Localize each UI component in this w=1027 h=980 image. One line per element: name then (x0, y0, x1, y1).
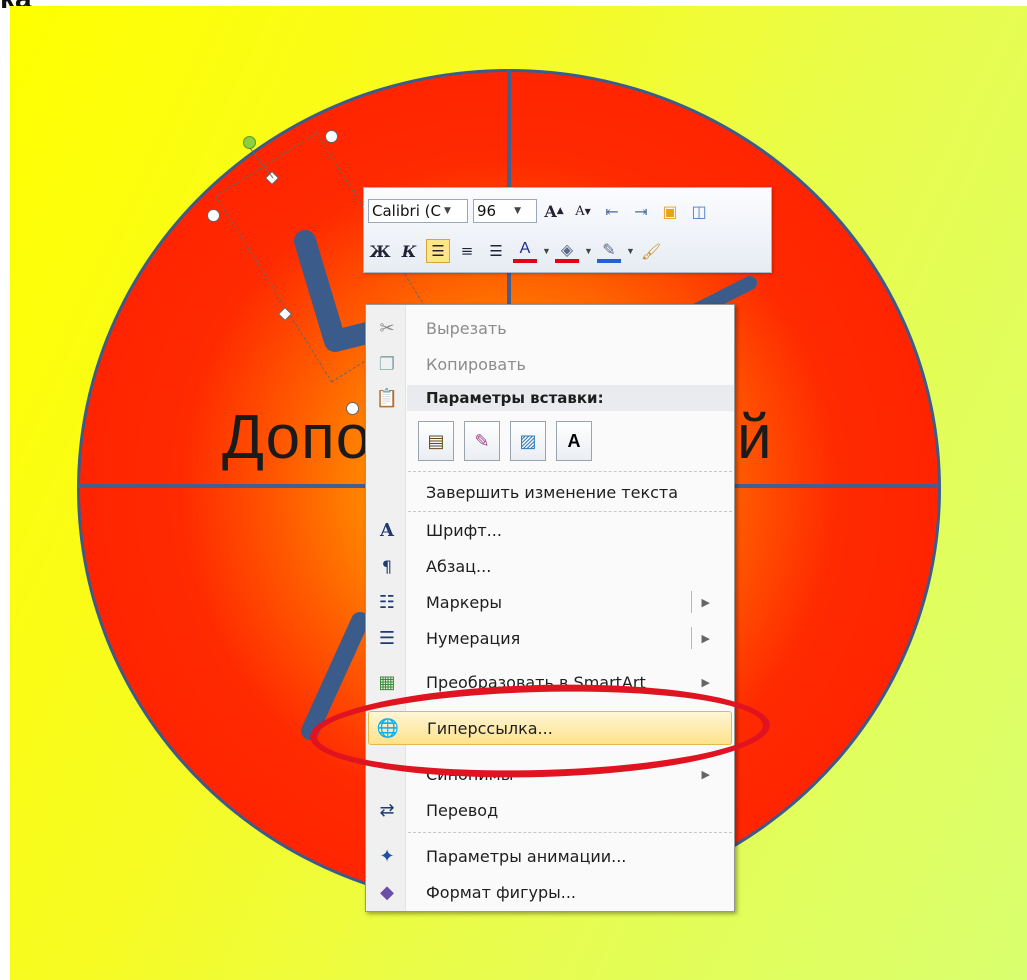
format-shape-icon: ◆ (380, 881, 394, 903)
resize-handle-top-left[interactable] (207, 209, 220, 222)
paste-options-header: Параметры вставки: (407, 385, 734, 411)
chevron-down-icon[interactable]: ▼ (514, 206, 521, 216)
clipboard-icon: 📋 (375, 387, 399, 409)
paste-picture-icon[interactable]: ▨ (510, 421, 546, 461)
menu-separator (408, 832, 732, 833)
resize-handle-top-right[interactable] (325, 130, 338, 143)
split-divider (691, 591, 692, 613)
paste-keep-text-only-icon[interactable]: A (556, 421, 592, 461)
fill-bucket-icon[interactable]: ◈ (555, 239, 579, 263)
font-name-combo[interactable]: Calibri (С ▼ (368, 199, 468, 223)
menu-item-animation[interactable]: ✦ Параметры анимации... (368, 839, 732, 873)
font-a-icon: A (380, 519, 394, 541)
bullets-icon: ☷ (378, 591, 396, 613)
rotation-connector-line (249, 147, 274, 179)
bring-forward-icon[interactable]: ▣ (658, 199, 682, 223)
paste-options: ▤ ✎ ▨ A (418, 421, 592, 461)
menu-item-numbering[interactable]: ☰ Нумерация ▶ (368, 621, 732, 655)
menu-item-label: Завершить изменение текста (426, 482, 679, 502)
smartart-icon: ▦ (378, 671, 396, 693)
menu-item-label: Формат фигуры... (426, 882, 576, 902)
copy-icon: ❐ (378, 353, 396, 375)
increase-indent-icon[interactable]: ⇥ (629, 199, 653, 223)
slide-text-right[interactable]: й (737, 402, 772, 473)
scissors-icon: ✂ (379, 317, 395, 339)
menu-separator (408, 471, 732, 472)
outline-pen-icon[interactable]: ✎ (597, 239, 621, 263)
bold-button[interactable]: Ж (368, 239, 392, 263)
animation-icon: ✦ (379, 845, 395, 867)
chevron-down-icon[interactable]: ▼ (542, 246, 551, 256)
submenu-arrow-icon[interactable]: ▶ (702, 596, 710, 609)
menu-item-cut[interactable]: ✂ Вырезать (368, 311, 732, 345)
menu-item-label: Нумерация (426, 628, 521, 648)
font-color-button[interactable]: A (513, 239, 537, 263)
menu-item-label: Маркеры (426, 592, 503, 612)
submenu-arrow-icon[interactable]: ▶ (702, 632, 710, 645)
paragraph-icon: ¶ (381, 556, 393, 576)
menu-item-bullets[interactable]: ☷ Маркеры ▶ (368, 585, 732, 619)
menu-item-paragraph[interactable]: ¶ Абзац... (368, 549, 732, 583)
paste-text-only-label: A (567, 430, 581, 451)
paste-keep-source-formatting-icon[interactable]: ✎ (464, 421, 500, 461)
toolbar-row-2: Ж К ☰ ≡ ☰ A ▼ ◈ ▼ ✎ ▼ 🖌 (368, 234, 663, 268)
split-divider (691, 627, 692, 649)
menu-item-font[interactable]: A Шрифт... (368, 513, 732, 547)
menu-item-copy[interactable]: ❐ Копировать (368, 347, 732, 381)
chevron-down-icon[interactable]: ▼ (444, 206, 451, 216)
align-left-icon[interactable]: ☰ (426, 239, 450, 263)
font-size-value: 96 (477, 202, 497, 220)
resize-handle-bottom-left[interactable] (346, 402, 359, 415)
toolbar-row-1: Calibri (С ▼ 96 ▼ A ▲ A ▼ ⇤ ⇥ ▣ ◫ (368, 194, 711, 228)
menu-item-format-shape[interactable]: ◆ Формат фигуры... (368, 875, 732, 909)
menu-item-label: Параметры анимации... (426, 846, 627, 866)
font-size-combo[interactable]: 96 ▼ (473, 199, 537, 223)
decrease-indent-icon[interactable]: ⇤ (600, 199, 624, 223)
menu-separator (408, 511, 732, 512)
font-color-label: A (519, 240, 531, 257)
italic-button[interactable]: К (397, 239, 421, 263)
menu-item-label: Абзац... (426, 556, 492, 576)
format-painter-icon[interactable]: 🖌 (639, 239, 663, 263)
submenu-arrow-icon[interactable]: ▶ (702, 676, 710, 689)
numbering-icon: ☰ (378, 627, 396, 649)
menu-item-finish-edit[interactable]: Завершить изменение текста (368, 475, 732, 509)
menu-item-label: Вырезать (426, 318, 507, 338)
font-name-value: Calibri (С (372, 202, 441, 220)
menu-item-label: Шрифт... (426, 520, 502, 540)
context-menu: ✂ Вырезать ❐ Копировать Параметры вставк… (365, 304, 735, 912)
align-center-icon[interactable]: ≡ (455, 239, 479, 263)
align-right-icon[interactable]: ☰ (484, 239, 508, 263)
submenu-arrow-icon[interactable]: ▶ (702, 768, 710, 781)
menu-item-label: Перевод (426, 800, 499, 820)
send-backward-icon[interactable]: ◫ (687, 199, 711, 223)
translate-icon: ⇄ (379, 799, 395, 821)
menu-item-label: Копировать (426, 354, 526, 374)
mini-toolbar: Calibri (С ▼ 96 ▼ A ▲ A ▼ ⇤ ⇥ ▣ ◫ Ж К ☰ ≡ … (363, 187, 772, 273)
paste-clipboard-row: 📋 (368, 381, 406, 415)
grow-font-icon[interactable]: A ▲ (542, 199, 566, 223)
menu-item-translate[interactable]: ⇄ Перевод (368, 793, 732, 827)
paste-use-destination-theme-icon[interactable]: ▤ (418, 421, 454, 461)
shrink-font-icon[interactable]: A ▼ (571, 199, 595, 223)
chevron-down-icon[interactable]: ▼ (584, 246, 593, 256)
chevron-down-icon[interactable]: ▼ (626, 246, 635, 256)
